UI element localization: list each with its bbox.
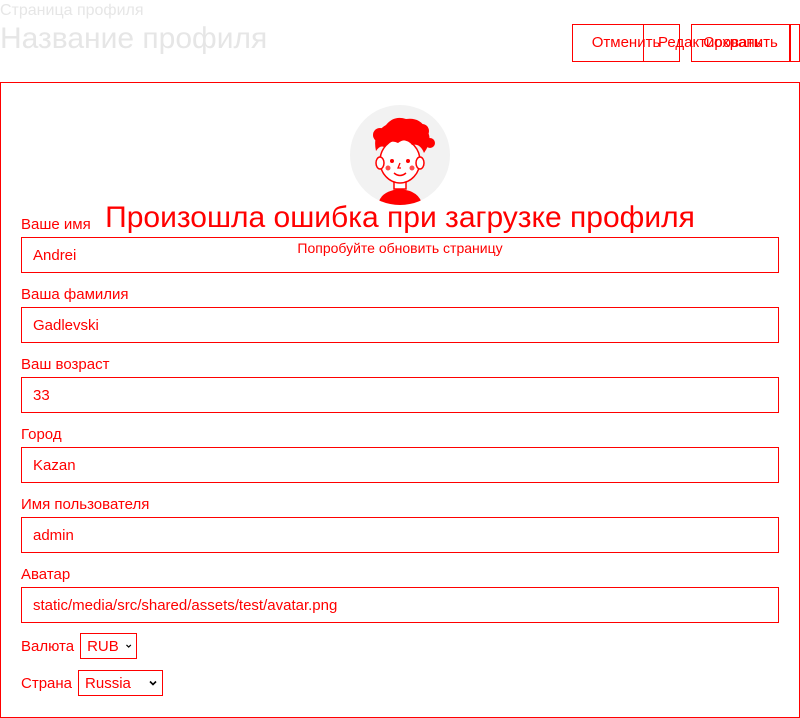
avatar-label: Аватар — [21, 566, 71, 583]
edit-button[interactable]: Редактировать — [643, 24, 762, 62]
age-label: Ваш возраст — [21, 356, 110, 373]
cartoon-person-avatar-icon — [373, 117, 435, 205]
currency-row: Валюта RUB — [21, 633, 138, 659]
avatar-field[interactable] — [21, 587, 779, 623]
header-button-edge[interactable] — [790, 24, 800, 62]
first-name-field[interactable] — [21, 237, 779, 273]
country-selected: Russia — [85, 674, 131, 692]
currency-selected: RUB — [87, 637, 119, 655]
country-select[interactable]: Russia — [78, 670, 164, 696]
currency-select[interactable]: RUB — [80, 633, 138, 659]
city-field[interactable] — [21, 447, 779, 483]
country-row: Страна Russia — [21, 670, 164, 696]
currency-label: Валюта — [21, 637, 75, 655]
page-label: Страница профиля — [0, 2, 144, 19]
profile-card: Произошла ошибка при загрузке профиля По… — [0, 82, 800, 718]
username-label: Имя пользователя — [21, 496, 150, 513]
chevron-down-icon — [125, 644, 132, 648]
profile-page: Страница профиля Название профиля Сохран… — [0, 0, 800, 718]
first-name-label: Ваше имя — [21, 216, 91, 233]
age-field[interactable] — [21, 377, 779, 413]
username-field[interactable] — [21, 517, 779, 553]
avatar — [350, 105, 450, 205]
last-name-label: Ваша фамилия — [21, 286, 129, 303]
profile-title: Название профиля — [0, 22, 268, 55]
edit-button-label: Редактировать — [658, 34, 762, 51]
error-title: Произошла ошибка при загрузке профиля — [105, 201, 695, 234]
last-name-field[interactable] — [21, 307, 779, 343]
city-label: Город — [21, 426, 62, 443]
chevron-down-icon — [149, 680, 157, 686]
country-label: Страна — [21, 674, 73, 692]
